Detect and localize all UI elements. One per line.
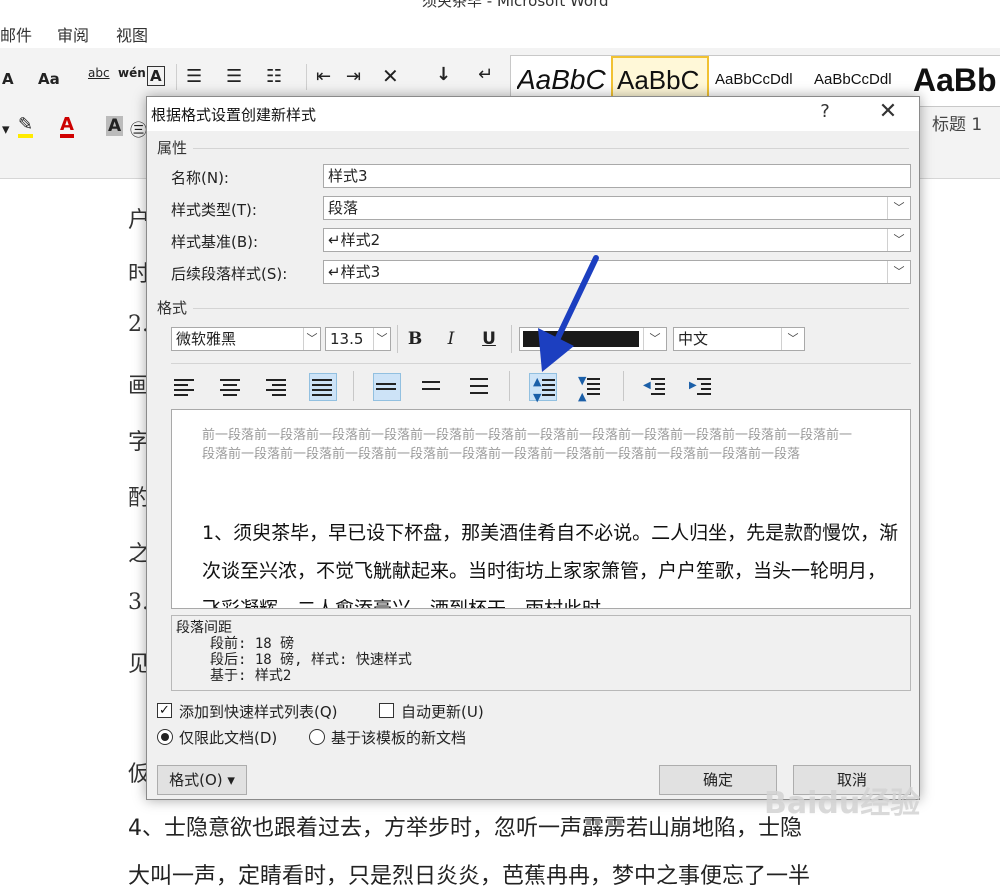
- chevron-down-icon[interactable]: ﹀: [781, 328, 804, 350]
- style-thumb-heading1[interactable]: AaBb: [913, 56, 1000, 104]
- only-this-document-label[interactable]: 仅限此文档(D): [179, 727, 277, 748]
- change-case-button[interactable]: Aa: [38, 70, 60, 88]
- bold-button[interactable]: B: [401, 325, 429, 353]
- increase-indent-icon[interactable]: ⇥: [346, 66, 361, 87]
- char-shading-icon[interactable]: A: [106, 116, 124, 136]
- menu-bar: 邮件 审阅 视图: [0, 18, 1000, 48]
- window-title-strip: 须臾茶毕 - Microsoft Word: [0, 0, 1000, 10]
- dialog-titlebar[interactable]: 根据格式设置创建新样式 ? ✕: [147, 97, 919, 131]
- style-description: 段落间距 段前: 18 磅 段后: 18 磅, 样式: 快速样式 基于: 样式2: [171, 615, 911, 691]
- sort-icon[interactable]: ↓: [436, 64, 451, 85]
- menu-view[interactable]: 视图: [116, 22, 148, 46]
- name-label: 名称(N):: [171, 169, 229, 187]
- next-style-value: ↵样式3: [328, 263, 381, 281]
- style-name-input[interactable]: 样式3: [323, 164, 911, 188]
- toolbar-separator: [509, 371, 510, 401]
- description-line: 基于: 样式2: [210, 668, 292, 684]
- baidu-watermark: Baidu经验: [764, 786, 921, 821]
- format-menu-button[interactable]: 格式(O) ▾: [157, 765, 247, 795]
- font-select[interactable]: 微软雅黑 ﹀: [171, 327, 321, 351]
- add-quick-style-checkbox[interactable]: ✓: [157, 703, 172, 718]
- auto-update-label[interactable]: 自动更新(U): [401, 701, 484, 722]
- description-line: 段后: 18 磅, 样式: 快速样式: [210, 652, 412, 668]
- chinese-layout-icon[interactable]: ✕: [382, 64, 399, 88]
- char-border-button[interactable]: A: [147, 66, 165, 86]
- based-on-label: 样式基准(B):: [171, 233, 259, 251]
- align-center-icon[interactable]: [217, 373, 245, 401]
- phonetic-guide-button[interactable]: wén: [118, 66, 146, 80]
- doc-paragraph-4: 4、士隐意欲也跟着过去，方举步时，忽听一声霹雳若山崩地陷，士隐: [128, 816, 802, 841]
- toolbar-separator: [397, 325, 398, 353]
- toolbar-separator: [511, 325, 512, 353]
- toolbar-separator: [353, 371, 354, 401]
- menu-mailings[interactable]: 邮件: [0, 22, 32, 46]
- auto-update-checkbox[interactable]: [379, 703, 394, 718]
- properties-group-label: 属性: [157, 139, 188, 157]
- style-type-value: 段落: [328, 199, 359, 217]
- preview-sample-text: 1、须臾茶毕，早已设下杯盘，那美酒佳肴自不必说。二人归坐，先是款酌慢饮，渐次谈至…: [202, 522, 899, 609]
- align-right-icon[interactable]: [263, 373, 291, 401]
- style-type-select[interactable]: 段落 ﹀: [323, 196, 911, 220]
- based-on-select[interactable]: ↵样式2 ﹀: [323, 228, 911, 252]
- font-size-value: 13.5: [330, 330, 364, 348]
- chevron-down-icon[interactable]: ﹀: [887, 229, 910, 251]
- single-spacing-icon[interactable]: [373, 373, 401, 401]
- highlight-icon[interactable]: ✎: [18, 116, 34, 138]
- group-divider: [193, 148, 909, 149]
- format-group-label: 格式: [157, 299, 188, 317]
- only-this-document-radio[interactable]: [157, 729, 173, 745]
- bullets-icon[interactable]: ☰: [186, 66, 202, 87]
- font-size-button[interactable]: A: [2, 70, 14, 88]
- show-marks-icon[interactable]: ↵: [478, 64, 493, 85]
- create-style-dialog: 根据格式设置创建新样式 ? ✕ 属性 名称(N): 样式3 样式类型(T): 段…: [146, 96, 920, 800]
- annotation-arrow-icon: [538, 255, 599, 372]
- chevron-down-icon[interactable]: ﹀: [643, 328, 666, 350]
- one-half-spacing-icon[interactable]: [419, 373, 447, 401]
- decrease-indent-icon[interactable]: ⇤: [316, 66, 331, 87]
- based-on-value: ↵样式2: [328, 231, 381, 249]
- spelling-button[interactable]: abc: [88, 66, 110, 80]
- justify-icon[interactable]: [309, 373, 337, 401]
- chevron-down-icon[interactable]: ﹀: [887, 261, 910, 283]
- preview-previous-paragraph: 前一段落前一段落前一段落前一段落前一段落前一段落前一段落前一段落前一段落前一段落…: [202, 428, 853, 462]
- language-select[interactable]: 中文 ﹀: [673, 327, 805, 351]
- align-left-icon[interactable]: [171, 373, 199, 401]
- style-preview: 前一段落前一段落前一段落前一段落前一段落前一段落前一段落前一段落前一段落前一段落…: [171, 409, 911, 609]
- ribbon-separator: [176, 64, 177, 90]
- next-style-label: 后续段落样式(S):: [171, 265, 288, 283]
- multilevel-list-icon[interactable]: ☷: [266, 66, 282, 87]
- numbering-icon[interactable]: ☰: [226, 66, 242, 87]
- double-spacing-icon[interactable]: [467, 373, 495, 401]
- font-color-icon[interactable]: A: [60, 116, 74, 138]
- help-button[interactable]: ?: [813, 101, 837, 122]
- description-title: 段落间距: [176, 620, 232, 636]
- ok-button[interactable]: 确定: [659, 765, 777, 795]
- style-type-label: 样式类型(T):: [171, 201, 257, 219]
- increase-indent-icon[interactable]: ▶: [687, 373, 715, 401]
- font-value: 微软雅黑: [176, 330, 237, 348]
- decrease-indent-icon[interactable]: ◀: [641, 373, 669, 401]
- chevron-down-icon[interactable]: ﹀: [303, 328, 320, 350]
- text-effects-icon[interactable]: ▾: [2, 120, 10, 138]
- heading1-label[interactable]: 标题 1: [932, 110, 982, 135]
- enclose-char-icon[interactable]: ㊂: [130, 116, 147, 141]
- new-documents-radio[interactable]: [309, 729, 325, 745]
- font-size-select[interactable]: 13.5 ﹀: [325, 327, 391, 351]
- language-value: 中文: [678, 330, 709, 348]
- chevron-down-icon[interactable]: ﹀: [887, 197, 910, 219]
- dialog-title: 根据格式设置创建新样式: [151, 106, 317, 124]
- doc-paragraph-4-cont: 大叫一声，定睛看时，只是烈日炎炎，芭蕉冉冉，梦中之事便忘了一半: [128, 864, 811, 889]
- chevron-down-icon[interactable]: ﹀: [373, 328, 390, 350]
- menu-review[interactable]: 审阅: [57, 22, 89, 46]
- next-style-select[interactable]: ↵样式3 ﹀: [323, 260, 911, 284]
- add-quick-style-label[interactable]: 添加到快速样式列表(Q): [179, 701, 338, 722]
- toolbar-separator: [623, 371, 624, 401]
- close-icon[interactable]: ✕: [873, 99, 903, 124]
- ribbon-separator: [306, 64, 307, 90]
- italic-button[interactable]: I: [437, 325, 465, 353]
- new-documents-label[interactable]: 基于该模板的新文档: [331, 727, 466, 748]
- underline-button[interactable]: U: [475, 325, 503, 353]
- description-line: 段前: 18 磅: [210, 636, 295, 652]
- window-title: 须臾茶毕 - Microsoft Word: [422, 0, 609, 10]
